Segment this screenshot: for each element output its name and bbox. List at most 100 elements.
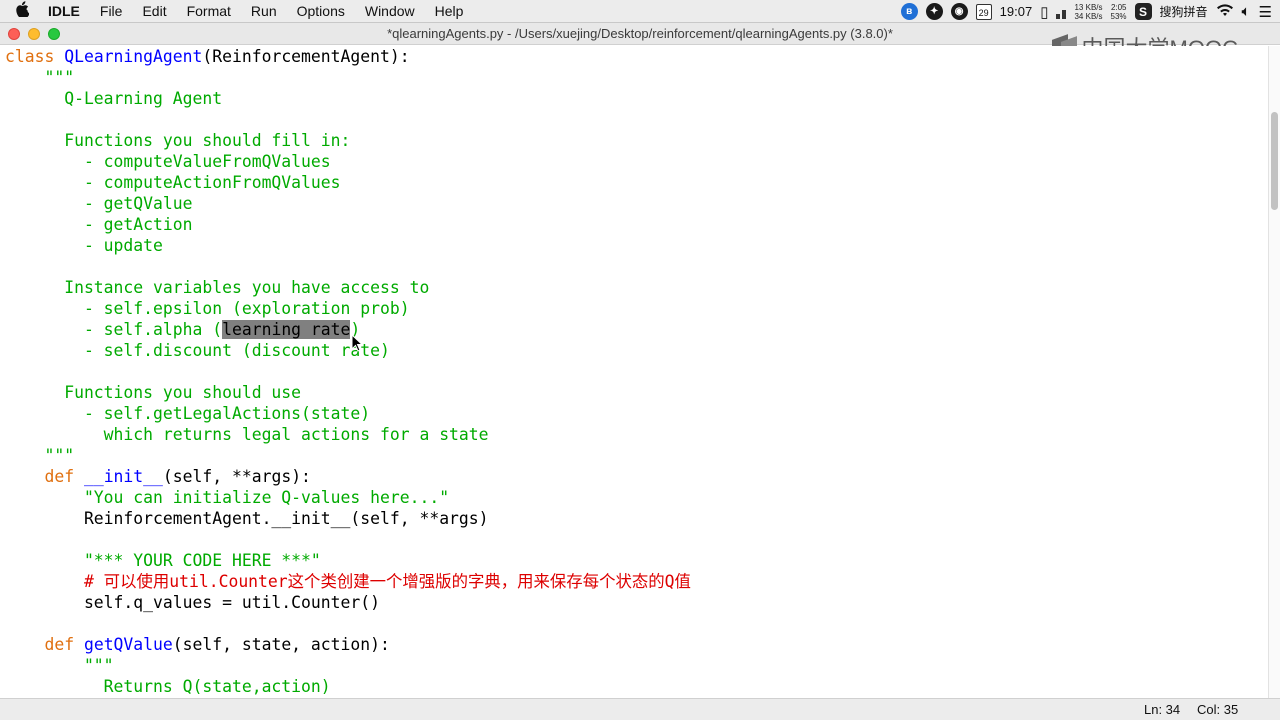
code-line[interactable]: Instance variables you have access to <box>0 277 1268 298</box>
menu-help[interactable]: Help <box>425 0 474 23</box>
code-line[interactable]: which returns legal actions for a state <box>0 424 1268 445</box>
code-line[interactable]: - getAction <box>0 214 1268 235</box>
code-line[interactable]: ReinforcementAgent.__init__(self, **args… <box>0 508 1268 529</box>
code-line[interactable]: "You can initialize Q-values here..." <box>0 487 1268 508</box>
net-down: 34 KB/s <box>1074 11 1103 21</box>
code-token: - computeActionFromQValues <box>5 173 341 192</box>
code-token: - self.alpha ( <box>5 320 223 339</box>
code-line[interactable]: Functions you should use <box>0 382 1268 403</box>
code-token: - getQValue <box>5 194 193 213</box>
volume-icon[interactable]: 🔈︎ <box>1242 3 1251 20</box>
code-token: Returns Q(state,action) <box>5 677 331 696</box>
apple-menu-icon[interactable] <box>0 0 44 22</box>
status-area: ʙ ✦ ◉ 29 19:07 ▯ 13 KB/s 34 KB/s 2:05 53… <box>900 0 1272 23</box>
code-token: """ <box>5 446 75 465</box>
code-line[interactable]: def getQValue(self, state, action): <box>0 634 1268 655</box>
cpu-bars-icon[interactable] <box>1056 5 1067 19</box>
code-token: ReinforcementAgent.__init__(self, **args… <box>5 509 489 528</box>
window-title: *qlearningAgents.py - /Users/xuejing/Des… <box>387 26 893 41</box>
menu-edit[interactable]: Edit <box>132 0 176 23</box>
code-line[interactable]: def __init__(self, **args): <box>0 466 1268 487</box>
battery-time: 2:05 <box>1110 2 1127 12</box>
obs-icon[interactable]: ◉ <box>950 3 968 20</box>
battery-info[interactable]: 2:05 53% <box>1111 3 1127 21</box>
code-line[interactable]: - getQValue <box>0 193 1268 214</box>
calendar-day: 29 <box>978 7 989 18</box>
code-token: (self, state, action): <box>172 635 390 654</box>
code-line[interactable]: - self.discount (discount rate) <box>0 340 1268 361</box>
code-token: Functions you should use <box>5 383 302 402</box>
vertical-scrollbar[interactable] <box>1268 46 1280 698</box>
compass-icon[interactable]: ✦ <box>925 3 943 20</box>
memory-icon[interactable]: ▯ <box>1040 3 1048 21</box>
code-token: - getAction <box>5 215 193 234</box>
code-token: QLearningAgent <box>64 47 203 66</box>
scrollbar-thumb[interactable] <box>1271 112 1278 210</box>
code-line[interactable]: # 可以使用util.Counter这个类创建一个增强版的字典，用来保存每个状态… <box>0 571 1268 592</box>
code-line[interactable]: "*** YOUR CODE HERE ***" <box>0 550 1268 571</box>
menu-file[interactable]: File <box>90 0 133 23</box>
menu-list-icon[interactable]: ☰ <box>1259 3 1272 21</box>
zoom-window-button[interactable] <box>48 28 60 40</box>
code-token: # 可以使用util.Counter这个类创建一个增强版的字典，用来保存每个状态… <box>5 572 691 591</box>
code-line[interactable]: Returns Q(state,action) <box>0 676 1268 697</box>
wifi-icon[interactable] <box>1216 3 1234 21</box>
code-line[interactable]: self.q_values = util.Counter() <box>0 592 1268 613</box>
line-indicator: Ln: 34 <box>1144 702 1181 717</box>
code-line[interactable] <box>0 613 1268 634</box>
code-line[interactable] <box>0 109 1268 130</box>
code-line[interactable] <box>0 529 1268 550</box>
code-line[interactable]: """ <box>0 67 1268 88</box>
code-line[interactable]: - self.alpha (learning rate) <box>0 319 1268 340</box>
code-line[interactable]: """ <box>0 445 1268 466</box>
code-token: Q-Learning Agent <box>5 89 223 108</box>
code-token: - update <box>5 236 163 255</box>
code-line[interactable] <box>0 256 1268 277</box>
menu-bar: IDLE File Edit Format Run Options Window… <box>0 0 1280 23</box>
code-line[interactable]: - computeActionFromQValues <box>0 172 1268 193</box>
minimize-window-button[interactable] <box>28 28 40 40</box>
code-line[interactable]: class QLearningAgent(ReinforcementAgent)… <box>0 46 1268 67</box>
menu-format[interactable]: Format <box>177 0 241 23</box>
clock[interactable]: 19:07 <box>1000 4 1033 19</box>
net-up: 13 KB/s <box>1074 2 1103 12</box>
selected-text: learning rate <box>222 320 351 339</box>
code-line[interactable]: - computeValueFromQValues <box>0 151 1268 172</box>
menu-run[interactable]: Run <box>241 0 287 23</box>
code-token: self.q_values = util.Counter() <box>5 593 380 612</box>
code-token: "You can initialize Q-values here..." <box>5 488 450 507</box>
menu-options[interactable]: Options <box>287 0 355 23</box>
sogou-ime-icon[interactable]: S <box>1134 3 1152 20</box>
code-token: __init__ <box>83 467 163 486</box>
code-line[interactable]: Q-Learning Agent <box>0 88 1268 109</box>
code-line[interactable] <box>0 361 1268 382</box>
ime-label[interactable]: 搜狗拼音 <box>1160 3 1208 20</box>
code-token: """ <box>5 68 75 87</box>
code-line[interactable]: - self.getLegalActions(state) <box>0 403 1268 424</box>
column-indicator: Col: 35 <box>1197 702 1239 717</box>
bluetooth-icon[interactable]: ʙ <box>900 3 918 20</box>
code-token: - self.discount (discount rate) <box>5 341 390 360</box>
code-token: - computeValueFromQValues <box>5 152 331 171</box>
code-token: - self.getLegalActions(state) <box>5 404 371 423</box>
code-line[interactable]: - update <box>0 235 1268 256</box>
status-bar: Ln: 34 Col: 35 <box>0 698 1280 720</box>
battery-pct: 53% <box>1110 11 1127 21</box>
code-token: (ReinforcementAgent): <box>202 47 410 66</box>
close-window-button[interactable] <box>8 28 20 40</box>
code-line[interactable]: Functions you should fill in: <box>0 130 1268 151</box>
code-line[interactable]: """ <box>0 655 1268 676</box>
code-token: which returns legal actions for a state <box>5 425 489 444</box>
code-line[interactable]: - self.epsilon (exploration prob) <box>0 298 1268 319</box>
calendar-icon[interactable]: 29 <box>975 3 992 20</box>
code-token: (self, **args): <box>162 467 311 486</box>
code-token: "*** YOUR CODE HERE ***" <box>5 551 321 570</box>
code-token: def <box>5 467 84 486</box>
menu-idle[interactable]: IDLE <box>44 0 90 23</box>
mouse-pointer-icon <box>351 334 363 352</box>
menu-window[interactable]: Window <box>355 0 425 23</box>
code-editor[interactable]: class QLearningAgent(ReinforcementAgent)… <box>0 46 1268 698</box>
network-speed[interactable]: 13 KB/s 34 KB/s <box>1074 3 1102 21</box>
code-token: class <box>5 47 65 66</box>
code-token: Functions you should fill in: <box>5 131 351 150</box>
